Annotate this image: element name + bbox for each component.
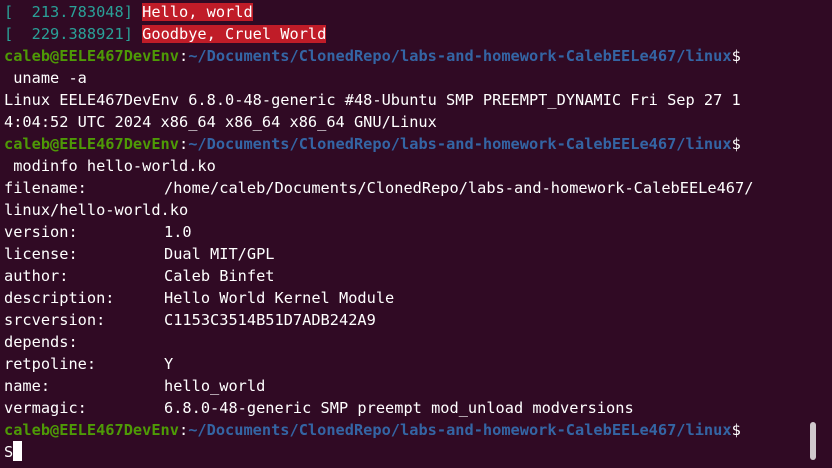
scrollbar-thumb[interactable] <box>810 422 816 460</box>
modinfo-value: C1153C3514B51D7ADB242A9 <box>164 311 376 329</box>
prompt-symbol: $ <box>731 421 741 439</box>
modinfo-row: author: Caleb Binfet <box>4 265 832 287</box>
prompt-symbol: $ <box>731 135 741 153</box>
kernel-timestamp: [ 213.783048] <box>4 3 133 21</box>
modinfo-key: filename: <box>4 179 87 197</box>
input-line[interactable]: S <box>4 441 832 463</box>
modinfo-row: filename: /home/caleb/Documents/ClonedRep… <box>4 177 832 199</box>
prompt-path: ~/Documents/ClonedRepo/labs-and-homework… <box>188 135 732 153</box>
modinfo-key: depends: <box>4 333 78 351</box>
modinfo-key: vermagic: <box>4 399 87 417</box>
prompt-path: ~/Documents/ClonedRepo/labs-and-homework… <box>188 421 732 439</box>
modinfo-value: 6.8.0-48-generic SMP preempt mod_unload … <box>164 399 634 417</box>
kernel-log-line: [ 213.783048] Hello, world <box>4 1 832 23</box>
modinfo-row: description: Hello World Kernel Module <box>4 287 832 309</box>
modinfo-key: license: <box>4 245 78 263</box>
command-line: uname -a <box>4 69 87 87</box>
kernel-message: Hello, world <box>142 3 253 21</box>
output-line: Linux EELE467DevEnv 6.8.0-48-generic #48… <box>4 91 741 109</box>
prompt-line: caleb@EELE467DevEnv:~/Documents/ClonedRe… <box>4 133 832 155</box>
modinfo-row: license: Dual MIT/GPL <box>4 243 832 265</box>
kernel-log-line: [ 229.388921] Goodbye, Cruel World <box>4 23 832 45</box>
output-line: 4:04:52 UTC 2024 x86_64 x86_64 x86_64 GN… <box>4 113 437 131</box>
terminal-window[interactable]: [ 213.783048] Hello, world [ 229.388921]… <box>0 0 832 468</box>
modinfo-key: retpoline: <box>4 355 97 373</box>
prompt-line: caleb@EELE467DevEnv:~/Documents/ClonedRe… <box>4 419 832 441</box>
text-cursor <box>13 441 23 461</box>
command-line: modinfo hello-world.ko <box>4 157 216 175</box>
kernel-message: Goodbye, Cruel World <box>142 25 327 43</box>
modinfo-value: 1.0 <box>164 223 192 241</box>
modinfo-key: srcversion: <box>4 311 106 329</box>
prompt-colon: : <box>178 135 189 153</box>
prompt-line: caleb@EELE467DevEnv:~/Documents/ClonedRe… <box>4 45 832 67</box>
modinfo-row: srcversion: C1153C3514B51D7ADB242A9 <box>4 309 832 331</box>
modinfo-value: Y <box>164 355 174 373</box>
modinfo-value: /home/caleb/Documents/ClonedRepo/labs-an… <box>164 179 754 197</box>
kernel-timestamp: [ 229.388921] <box>4 25 133 43</box>
modinfo-value: hello_world <box>164 377 266 395</box>
modinfo-row: retpoline: Y <box>4 353 832 375</box>
modinfo-row: depends: <box>4 331 832 353</box>
prompt-path: ~/Documents/ClonedRepo/labs-and-homework… <box>188 47 732 65</box>
prompt-colon: : <box>178 421 189 439</box>
modinfo-key: name: <box>4 377 51 395</box>
modinfo-key: author: <box>4 267 69 285</box>
prompt-colon: : <box>178 47 189 65</box>
prompt-symbol: $ <box>731 47 741 65</box>
output-line: linux/hello-world.ko <box>4 201 189 219</box>
prompt-user-host: caleb@EELE467DevEnv <box>4 47 179 65</box>
prompt-user-host: caleb@EELE467DevEnv <box>4 135 179 153</box>
command-input-text[interactable]: S <box>4 443 13 461</box>
modinfo-row: name: hello_world <box>4 375 832 397</box>
modinfo-value: Dual MIT/GPL <box>164 245 275 263</box>
prompt-user-host: caleb@EELE467DevEnv <box>4 421 179 439</box>
modinfo-value: Hello World Kernel Module <box>164 289 395 307</box>
modinfo-row: vermagic: 6.8.0-48-generic SMP preempt mo… <box>4 397 832 419</box>
modinfo-row: version: 1.0 <box>4 221 832 243</box>
modinfo-value: Caleb Binfet <box>164 267 275 285</box>
modinfo-key: description: <box>4 289 115 307</box>
modinfo-key: version: <box>4 223 78 241</box>
